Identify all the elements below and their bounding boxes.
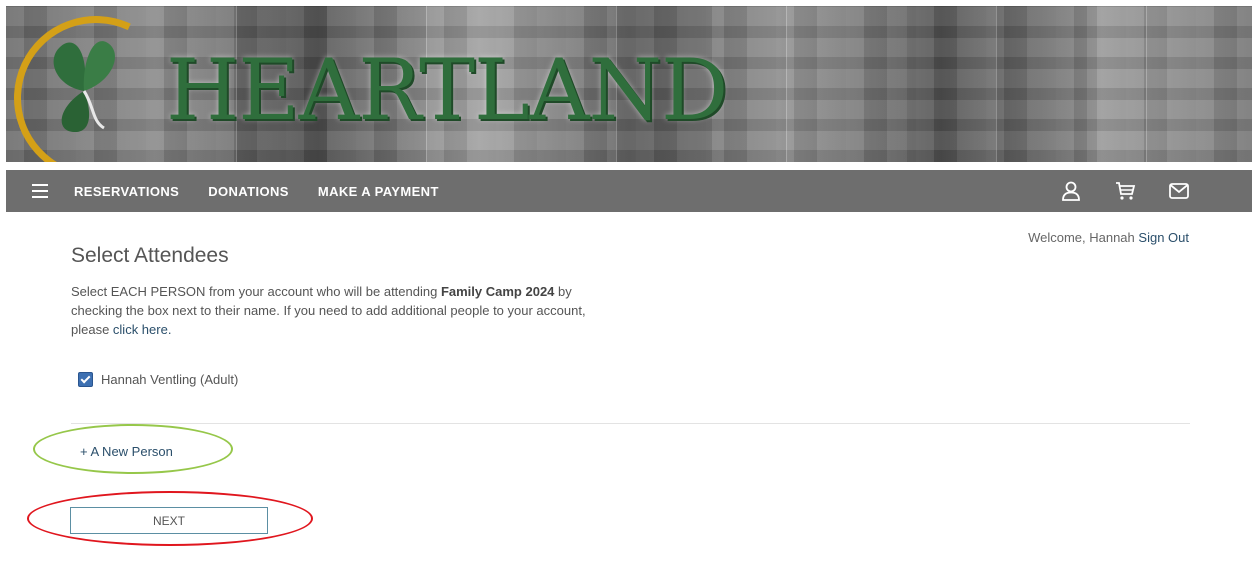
banner-photo — [786, 6, 907, 162]
sign-out-link[interactable]: Sign Out — [1138, 230, 1189, 245]
welcome-text: Welcome, Hannah — [1028, 230, 1135, 245]
click-here-link[interactable]: click here. — [113, 322, 172, 337]
banner-photo — [1146, 6, 1252, 162]
attendee-checkbox[interactable] — [78, 372, 93, 387]
nav-links: RESERVATIONS DONATIONS MAKE A PAYMENT — [74, 170, 468, 212]
header-banner: HEARTLAND — [6, 6, 1252, 162]
user-icon[interactable] — [1060, 180, 1082, 202]
divider — [71, 423, 1190, 424]
add-new-person-link[interactable]: + A New Person — [80, 444, 173, 459]
nav-reservations[interactable]: RESERVATIONS — [74, 184, 179, 199]
nav-donations[interactable]: DONATIONS — [208, 184, 289, 199]
logo-text[interactable]: HEARTLAND — [166, 48, 728, 132]
attendee-name: Hannah Ventling (Adult) — [101, 372, 239, 387]
top-navbar: RESERVATIONS DONATIONS MAKE A PAYMENT — [6, 170, 1252, 212]
clover-logo-icon — [53, 41, 115, 133]
page-title: Select Attendees — [71, 244, 229, 267]
welcome-message: Welcome, Hannah Sign Out — [1028, 230, 1189, 245]
event-name: Family Camp 2024 — [440, 284, 555, 299]
instructions-pre: Select EACH PERSON from your account who… — [71, 284, 441, 299]
instructions-text: Select EACH PERSON from your account who… — [71, 282, 616, 339]
highlight-ellipse-red — [27, 491, 313, 546]
cart-icon[interactable] — [1114, 180, 1136, 202]
hamburger-icon[interactable] — [32, 184, 48, 198]
nav-icons — [1028, 170, 1190, 212]
nav-make-a-payment[interactable]: MAKE A PAYMENT — [318, 184, 439, 199]
attendee-row[interactable]: Hannah Ventling (Adult) — [78, 372, 238, 387]
banner-photo — [996, 6, 1087, 162]
mail-icon[interactable] — [1168, 180, 1190, 202]
